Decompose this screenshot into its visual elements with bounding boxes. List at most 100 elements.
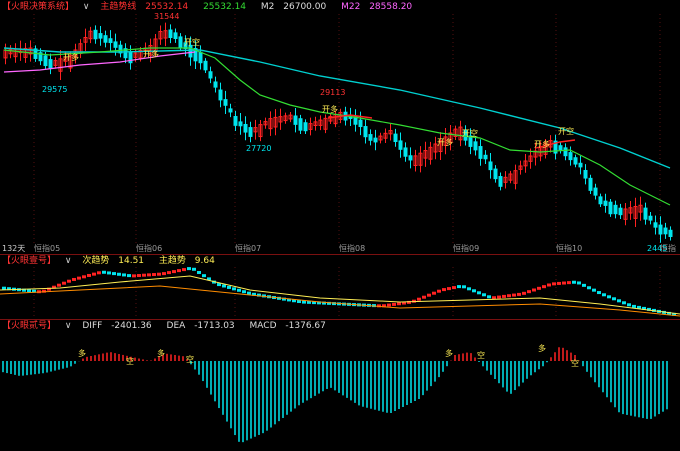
main-chart-panel[interactable]: 【火眼决策系统】 ∨ 主趋势线 25532.14 25532.14 M2 267… (0, 0, 680, 255)
indicator-block (432, 291, 436, 295)
candle-body (373, 137, 378, 143)
candle-body (43, 55, 48, 67)
candle-body (98, 33, 103, 39)
candle-body (498, 176, 503, 187)
candle-body (643, 207, 648, 220)
candle-body (658, 224, 663, 235)
indicator-block (497, 295, 501, 299)
indicator-block (562, 281, 566, 285)
indicator-block (27, 289, 31, 293)
candle-body (573, 157, 578, 165)
candle-body (213, 81, 218, 88)
indicator-block (177, 269, 181, 273)
indicator-block (632, 304, 636, 308)
indicator-block (302, 300, 306, 304)
candle-body (408, 155, 413, 161)
candle-body (568, 152, 573, 161)
indicator-block (192, 267, 196, 271)
indicator-block (187, 267, 191, 271)
indicator-block (612, 297, 616, 301)
signal-kai-duo: 开多 (143, 50, 159, 59)
candle-body (248, 127, 253, 137)
indicator-block (112, 272, 116, 276)
candle-body (668, 229, 673, 238)
indicator-block (572, 280, 576, 284)
indicator-block (467, 287, 471, 291)
indicator-block (82, 275, 86, 279)
primary-trend-line (0, 285, 680, 317)
signal-duo: 多 (78, 349, 86, 358)
signal-kai-kong: 开空 (184, 38, 200, 47)
candle-body (483, 154, 488, 160)
indicator-block (552, 282, 556, 286)
indicator-block (137, 274, 141, 278)
indicator-block (387, 303, 391, 307)
indicator-block (587, 286, 591, 290)
indicator-block (472, 289, 476, 293)
indicator-block (452, 286, 456, 290)
macd-panel[interactable]: 【火眼贰号】 ∨ DIFF -2401.36 DEA -1713.03 MACD… (0, 319, 680, 451)
indicator-block (442, 288, 446, 292)
price-label-high: 31544 (154, 12, 180, 21)
x-label: 恒指08 (339, 244, 366, 253)
indicator-block (142, 273, 146, 277)
indicator-block (2, 286, 6, 290)
indicator-one-panel[interactable]: 【火眼壹号】 ∨ 次趋势 14.51 主趋势 9.64 (0, 254, 680, 320)
candle-body (398, 140, 403, 150)
indicator-block (537, 286, 541, 290)
candle-body (103, 35, 108, 43)
candle-body (298, 118, 303, 131)
macd-histogram-plot[interactable] (0, 319, 680, 451)
candle-body (648, 215, 653, 221)
indicator-block (507, 294, 511, 298)
candle-body (403, 147, 408, 157)
indicator-block (122, 273, 126, 277)
indicator-block (162, 272, 166, 276)
indicator-block (422, 295, 426, 299)
indicator-block (157, 272, 161, 276)
candle-body (663, 227, 668, 235)
signal-kai-duo: 开多 (63, 53, 79, 62)
signal-duo: 多 (157, 349, 165, 358)
x-label: 恒指09 (453, 244, 480, 253)
candle-body (478, 146, 483, 159)
signal-kong: 空 (477, 351, 485, 360)
candle-body (563, 147, 568, 157)
indicator-block (417, 297, 421, 301)
signal-kong: 空 (126, 357, 134, 366)
candle-body (493, 168, 498, 180)
indicator-block (172, 270, 176, 274)
indicator-block (87, 273, 91, 277)
indicator-block (602, 293, 606, 297)
candle-body (113, 41, 118, 48)
indicator-block (67, 279, 71, 283)
candle-body (108, 38, 113, 44)
indicator-block (567, 281, 571, 285)
candle-body (93, 29, 98, 40)
candle-body (608, 201, 613, 215)
candle-body (243, 123, 248, 133)
signal-kai-duo: 开多 (322, 105, 338, 114)
signal-kai-kong: 开空 (462, 129, 478, 138)
candle-body (578, 162, 583, 168)
candle-body (618, 207, 623, 216)
indicator-block (237, 288, 241, 292)
candle-body (208, 71, 213, 79)
indicator-one-plot[interactable] (0, 254, 680, 319)
candlestick-plot[interactable] (0, 0, 680, 254)
indicator-block (427, 293, 431, 297)
candle-body (168, 29, 173, 39)
indicator-block (62, 281, 66, 285)
indicator-block (437, 289, 441, 293)
indicator-block (117, 272, 121, 276)
indicator-block (557, 281, 561, 285)
indicator-block (627, 303, 631, 307)
candle-body (473, 141, 478, 151)
indicator-block (617, 299, 621, 303)
indicator-block (547, 283, 551, 287)
candle-body (48, 59, 53, 69)
indicator-block (167, 271, 171, 275)
candle-body (238, 121, 243, 127)
candle-body (228, 108, 233, 113)
candle-body (393, 133, 398, 143)
